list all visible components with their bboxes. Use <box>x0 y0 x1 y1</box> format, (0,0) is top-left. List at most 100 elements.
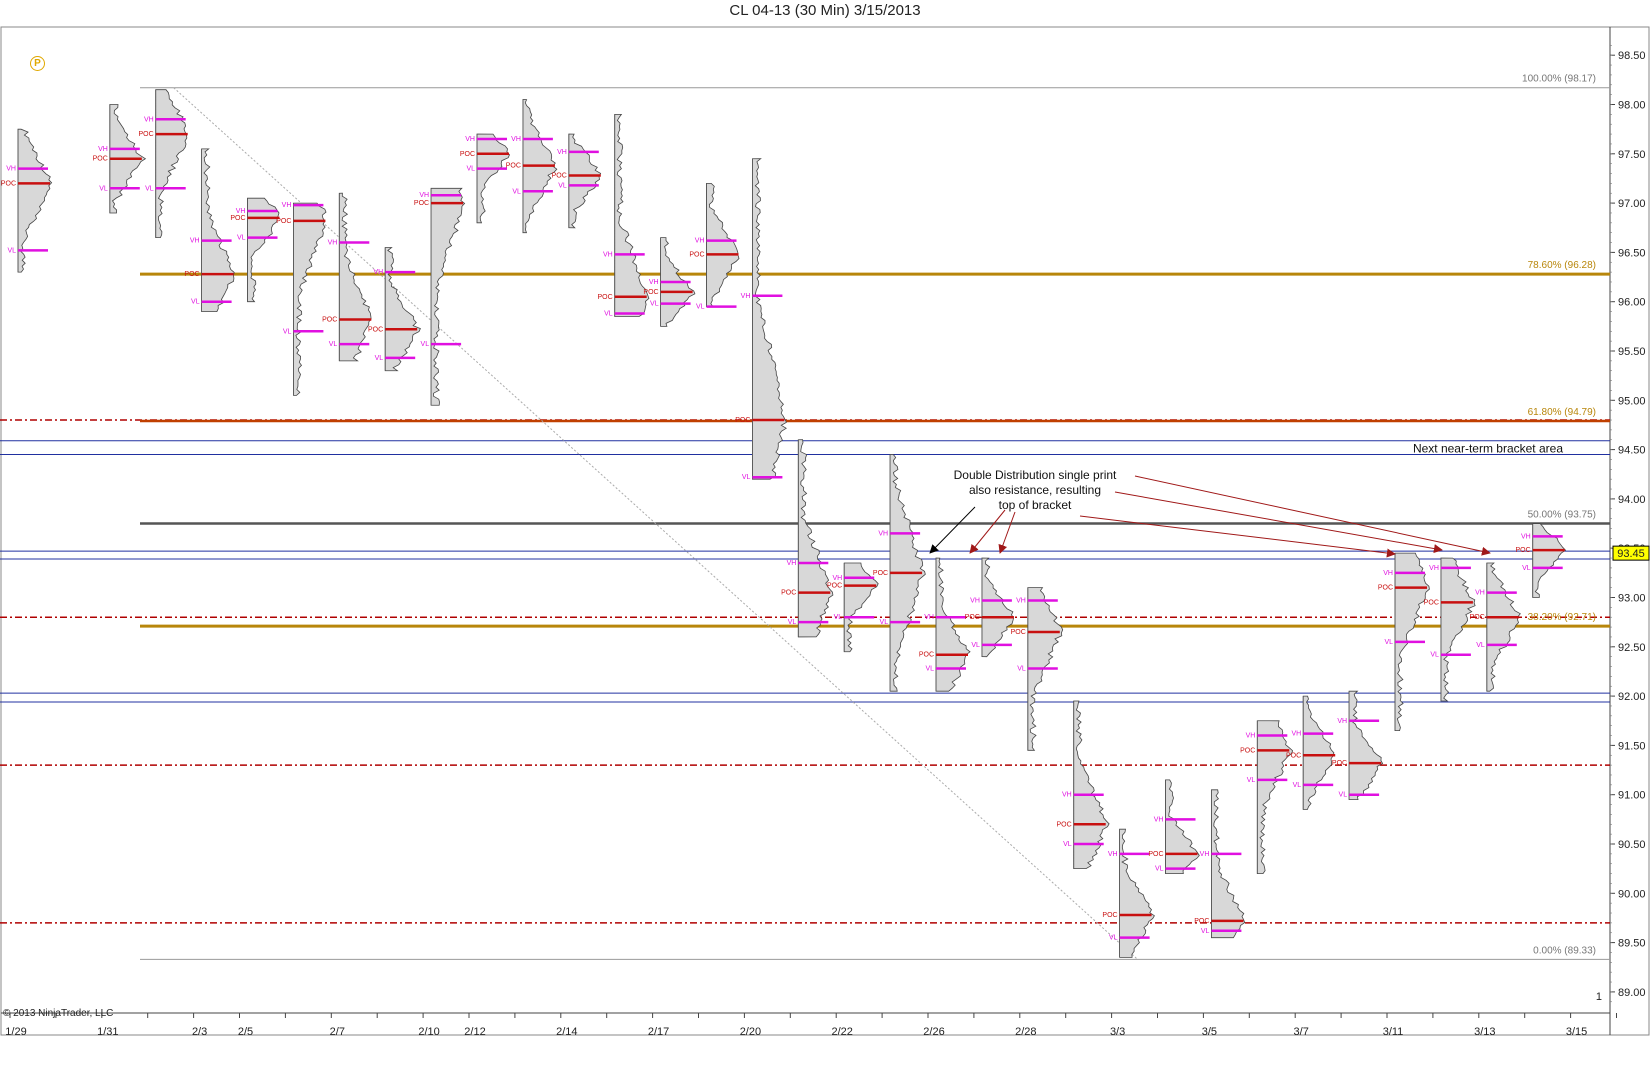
profile: VHVLPOC <box>1516 523 1567 598</box>
vl-label: VL <box>1155 866 1164 873</box>
profile-distribution <box>981 557 1015 658</box>
profile: VH VL POC <box>965 557 1015 658</box>
poc-label: POC <box>1011 629 1026 636</box>
profile-distribution <box>568 133 602 229</box>
y-axis-extra-label: 1 <box>1596 991 1602 1003</box>
profile-distribution <box>1302 695 1335 810</box>
x-tick-label: 3/3 <box>1110 1026 1125 1038</box>
vh-label: VH <box>970 597 980 604</box>
profile-distribution <box>384 247 421 372</box>
profile-distribution <box>1486 562 1521 692</box>
vh-label: VH <box>741 293 751 300</box>
vh-label: VH <box>1154 816 1164 823</box>
vl-label: VL <box>283 328 292 335</box>
profile: VHVLPOC <box>230 197 280 303</box>
y-tick-label: 89.50 <box>1618 938 1646 950</box>
bracket-label: Next near-term bracket area <box>1413 442 1563 456</box>
poc-label: POC <box>1470 614 1485 621</box>
x-tick-label: 2/14 <box>556 1026 577 1038</box>
vh-label: VH <box>328 240 338 247</box>
y-tick-label: 89.00 <box>1618 987 1646 999</box>
y-tick-label: 95.50 <box>1618 346 1646 358</box>
y-tick-label: 95.00 <box>1618 395 1646 407</box>
x-tick-label: 1/29 <box>5 1026 26 1038</box>
vl-label: VL <box>1109 935 1118 942</box>
poc-label: POC <box>965 614 980 621</box>
vl-label: VL <box>1293 782 1302 789</box>
profile-distribution <box>293 202 327 396</box>
vl-label: VL <box>788 619 797 626</box>
vl-label: VL <box>512 188 521 195</box>
y-tick-label: 98.00 <box>1618 100 1646 112</box>
y-tick-label: 94.00 <box>1618 494 1646 506</box>
y-tick-label: 92.00 <box>1618 691 1646 703</box>
vl-label: VL <box>1247 777 1256 784</box>
copyright-text: © 2013 NinjaTrader, LLC <box>3 1008 114 1019</box>
vh-label: VH <box>419 192 429 199</box>
annotation-group: Double Distribution single printalso res… <box>929 468 1491 558</box>
profile: VHVLPOC <box>139 89 188 239</box>
vh-label: VH <box>1337 718 1347 725</box>
poc-label: POC <box>322 316 337 323</box>
profile: VH VL POC <box>276 202 327 396</box>
vl-label: VL <box>834 614 843 621</box>
vh-label: VH <box>557 149 567 156</box>
profile-distribution <box>752 158 787 480</box>
profile-distribution <box>1532 523 1567 598</box>
x-tick-label: 2/12 <box>464 1026 485 1038</box>
profile-distribution <box>430 187 466 406</box>
vh-label: VH <box>695 238 705 245</box>
profile-distribution <box>614 113 650 317</box>
x-tick-label: 2/3 <box>192 1026 207 1038</box>
x-tick-label: 2/17 <box>648 1026 669 1038</box>
vh-label: VH <box>282 202 292 209</box>
x-tick-label: 1/31 <box>97 1026 118 1038</box>
vl-label: VL <box>880 619 889 626</box>
vh-label: VH <box>924 614 934 621</box>
vl-label: VL <box>558 182 567 189</box>
profile: VHVLPOC <box>1286 695 1336 810</box>
vl-label: VL <box>971 642 980 649</box>
chart-canvas[interactable]: 100.00% (98.17) 78.60% (96.28) 61.80% (94.… <box>0 0 1650 1067</box>
y-tick-label: 91.50 <box>1618 740 1646 752</box>
x-tick-label: 2/26 <box>923 1026 944 1038</box>
profile-distribution <box>1348 690 1384 801</box>
profile: VHVLPOC <box>1424 557 1476 702</box>
profile: VHVLPOC <box>1332 690 1384 801</box>
x-tick-label: 2/10 <box>418 1026 439 1038</box>
vh-label: VH <box>190 238 200 245</box>
vh-label: VH <box>1521 533 1531 540</box>
poc-label: POC <box>1378 585 1393 592</box>
poc-label: POC <box>139 131 154 138</box>
vh-label: VH <box>603 251 613 258</box>
x-tick-label: 2/28 <box>1015 1026 1036 1038</box>
vl-label: VL <box>650 301 659 308</box>
poc-label: POC <box>781 590 796 597</box>
profile-distribution <box>1440 557 1476 702</box>
profile-distribution <box>247 197 280 303</box>
profile-distribution <box>201 148 235 313</box>
profile: VHVLPOC <box>1057 700 1110 870</box>
poc-label: POC <box>643 289 658 296</box>
y-tick-label: 98.50 <box>1618 50 1646 62</box>
vh-label: VH <box>1429 565 1439 572</box>
fib-level-label: 78.60% (96.28) <box>1528 260 1596 271</box>
vh-label: VH <box>1383 570 1393 577</box>
y-tick-label: 97.00 <box>1618 198 1646 210</box>
profile: VHVLPOC <box>873 454 926 692</box>
vh-label: VH <box>1016 597 1026 604</box>
chart-frame <box>0 26 1650 1036</box>
y-tick-label: 96.00 <box>1618 297 1646 309</box>
poc-label: POC <box>414 200 429 207</box>
poc-label: POC <box>276 218 291 225</box>
poc-label: POC <box>689 251 704 258</box>
fib-level-label: 0.00% (89.33) <box>1533 945 1596 956</box>
poc-label: POC <box>598 294 613 301</box>
poc-label: POC <box>1148 851 1163 858</box>
profile: VHVLPOC <box>1378 552 1430 732</box>
profile: VHVLPOC <box>1 128 53 273</box>
profile-distribution <box>155 89 188 239</box>
vl-label: VL <box>1063 841 1072 848</box>
vh-label: VH <box>144 116 154 123</box>
profile: VHVLPOC <box>781 439 834 638</box>
